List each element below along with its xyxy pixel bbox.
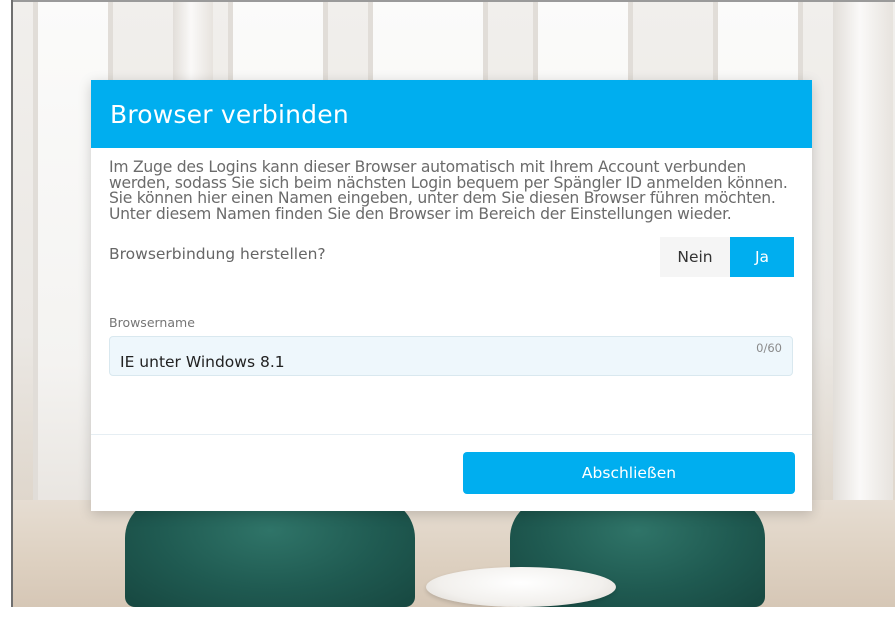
finish-button[interactable]: Abschließen: [463, 452, 795, 494]
side-table: [426, 567, 616, 607]
browser-binding-row: Browserbindung herstellen? Nein Ja: [109, 237, 794, 277]
browser-binding-question: Browserbindung herstellen?: [109, 245, 326, 263]
toggle-yes-button[interactable]: Ja: [730, 237, 794, 277]
intro-text: Im Zuge des Logins kann dieser Browser a…: [109, 158, 788, 223]
toggle-no-button[interactable]: Nein: [660, 237, 730, 277]
dialog-header: Browser verbinden: [91, 80, 812, 148]
connect-browser-dialog: Browser verbinden Im Zuge des Logins kan…: [91, 80, 812, 511]
column: [833, 0, 893, 520]
character-counter: 0/60: [756, 341, 782, 355]
browsername-input[interactable]: [110, 337, 792, 375]
dialog-footer: Abschließen: [91, 434, 812, 511]
dialog-title: Browser verbinden: [110, 99, 349, 129]
armchair-left: [125, 498, 415, 607]
browsername-field: 0/60: [109, 336, 793, 376]
browsername-label: Browsername: [109, 315, 195, 330]
yes-no-toggle: Nein Ja: [660, 237, 794, 277]
dialog-body: Im Zuge des Logins kann dieser Browser a…: [91, 148, 812, 376]
